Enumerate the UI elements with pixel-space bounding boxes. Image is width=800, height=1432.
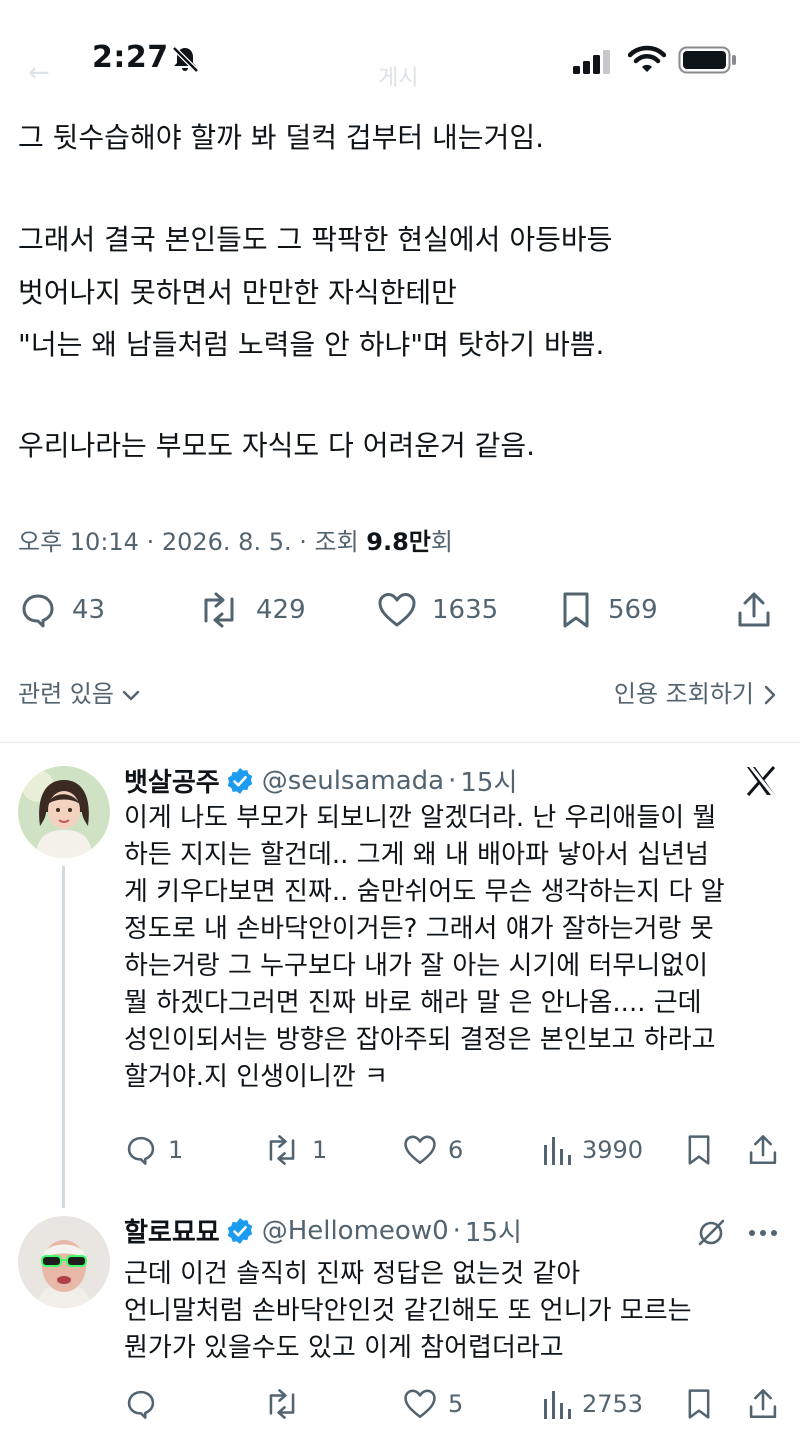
reply-bookmark-button[interactable] — [684, 1130, 714, 1170]
related-dropdown[interactable]: 관련 있음 — [18, 674, 140, 709]
like-count: 1635 — [432, 595, 499, 625]
reply-text-line: 언니말처럼 손바닥안인것 같긴해도 또 언니가 모르는 — [124, 1296, 692, 1326]
verified-badge-icon — [226, 767, 254, 795]
avatar[interactable] — [18, 1216, 110, 1308]
back-arrow-icon[interactable]: ← — [28, 58, 50, 88]
reply-text-line: 근데 이건 솔직히 진짜 정답은 없는것 같아 — [124, 1259, 581, 1289]
reply-count: 43 — [72, 595, 106, 625]
chevron-down-icon — [122, 688, 140, 702]
reply-time: 15시 — [460, 768, 518, 798]
like-count: 6 — [448, 1136, 464, 1164]
status-time: 2:27 — [92, 40, 169, 75]
retweet-icon — [262, 1133, 302, 1167]
views-count: 3990 — [582, 1136, 644, 1164]
bookmark-icon — [684, 1387, 714, 1421]
tweet-meta: 오후 10:14 · 2026. 8. 5. · 조회 9.8만회 — [18, 522, 453, 557]
views-chart-icon — [542, 1387, 572, 1421]
share-icon — [746, 1387, 780, 1421]
retweet-icon — [196, 590, 242, 630]
thread-line — [62, 866, 65, 1208]
reply-icon — [124, 1133, 158, 1167]
reply-text-line: 정도로 내 손바닥안이거든? 그래서 얘가 잘하는거랑 못 — [124, 914, 714, 944]
tweet-text-line: 벗어나지 못하면서 만만한 자식한테만 — [18, 276, 457, 309]
reply-icon — [124, 1387, 158, 1421]
reply-text-line: 게 키우다보면 진짜.. 숨만쉬어도 무슨 생각하는지 다 알 — [124, 877, 725, 907]
view-suffix: 회 — [430, 528, 453, 556]
view-quotes-link[interactable]: 인용 조회하기 — [614, 674, 776, 709]
share-icon — [734, 590, 774, 630]
verified-badge-icon — [226, 1217, 254, 1245]
reply-time: 15시 — [464, 1218, 522, 1248]
retweet-count: 429 — [256, 595, 306, 625]
reply-views-button[interactable]: 2753 — [542, 1384, 643, 1424]
tweet-timestamp: 오후 10:14 · 2026. 8. 5. · 조회 — [18, 528, 367, 556]
retweet-button[interactable]: 429 — [196, 588, 306, 632]
reply-text-line: 이게 나도 부모가 되보니깐 알겠더라. 난 우리애들이 뭘 — [124, 803, 717, 833]
handle[interactable]: @seulsamada — [262, 766, 444, 796]
display-name[interactable]: 할로묘묘 — [124, 1212, 220, 1249]
reply-views-button[interactable]: 3990 — [542, 1130, 643, 1170]
view-count[interactable]: 9.8만 — [366, 528, 431, 556]
reply-count: 1 — [168, 1136, 184, 1164]
heart-icon — [376, 590, 418, 630]
bookmark-icon — [684, 1133, 714, 1167]
tweet-text-line: 우리나라는 부모도 자식도 다 어려운거 같음. — [18, 429, 536, 462]
retweet-count: 1 — [312, 1136, 328, 1164]
reply-retweet-button[interactable]: 1 — [262, 1130, 327, 1170]
views-count: 2753 — [582, 1390, 644, 1418]
reply-text-line: 성인이되서는 방향은 잡아주되 결정은 본인보고 하라고 — [124, 1025, 716, 1055]
bell-muted-icon — [170, 44, 200, 74]
like-count: 5 — [448, 1390, 464, 1418]
reply-text-line: 뭘 하겠다그러면 진짜 바로 해라 말 은 안나옴.... 근데 — [124, 988, 702, 1018]
avatar[interactable] — [18, 766, 110, 858]
bookmark-button[interactable]: 569 — [558, 588, 658, 632]
x-logo-icon — [744, 764, 778, 798]
reply-header: 뱃살공주 @seulsamada · 15시 — [124, 762, 517, 799]
wifi-icon — [628, 44, 666, 74]
bookmark-count: 569 — [608, 595, 658, 625]
reply-text-line: 하는거랑 그 누구보다 내가 잘 아는 시기에 터무니없이 — [124, 951, 709, 981]
retweet-icon — [262, 1387, 302, 1421]
handle[interactable]: @Hellomeow0 — [262, 1216, 449, 1246]
like-button[interactable]: 1635 — [376, 588, 498, 632]
reply-retweet-button[interactable] — [262, 1384, 312, 1424]
dot-separator: · — [452, 1215, 461, 1246]
tweet-text-line: 그래서 결국 본인들도 그 팍팍한 현실에서 아등바등 — [18, 223, 613, 256]
tweet-text-line: "너는 왜 남들처럼 노력을 안 하냐"며 탓하기 바쁨. — [18, 328, 605, 361]
reply-like-button[interactable]: 6 — [402, 1130, 463, 1170]
reply-text-line: 할거야.지 인생이니깐 ㅋ — [124, 1062, 388, 1092]
views-chart-icon — [542, 1133, 572, 1167]
reply-icon — [18, 590, 58, 630]
display-name[interactable]: 뱃살공주 — [124, 762, 220, 799]
grok-icon[interactable] — [696, 1218, 726, 1248]
battery-icon — [678, 46, 738, 74]
share-icon — [746, 1133, 780, 1167]
page-title: 게시 — [378, 66, 419, 91]
reply-header: 할로묘묘 @Hellomeow0 · 15시 — [124, 1212, 522, 1249]
reply-share-button[interactable] — [746, 1384, 780, 1424]
reply-like-button[interactable]: 5 — [402, 1384, 463, 1424]
bookmark-icon — [558, 590, 594, 630]
share-button[interactable] — [734, 588, 774, 632]
cellular-signal-icon — [573, 50, 613, 74]
divider — [0, 742, 800, 743]
reply-bookmark-button[interactable] — [684, 1384, 714, 1424]
dot-separator: · — [448, 765, 457, 796]
heart-icon — [402, 1387, 438, 1421]
reply-reply-button[interactable] — [124, 1384, 168, 1424]
related-label: 관련 있음 — [18, 680, 114, 708]
more-options-icon[interactable] — [748, 1228, 778, 1238]
heart-icon — [402, 1133, 438, 1167]
reply-button[interactable]: 43 — [18, 588, 105, 632]
quote-label: 인용 조회하기 — [613, 680, 754, 708]
tweet-text-line: 그 뒷수습해야 할까 봐 덜컥 겁부터 내는거임. — [18, 121, 544, 154]
reply-text-line: 하든 지지는 할건데.. 그게 왜 내 배아파 낳아서 십년넘 — [124, 840, 709, 870]
chevron-right-icon — [764, 685, 776, 705]
reply-reply-button[interactable]: 1 — [124, 1130, 183, 1170]
reply-share-button[interactable] — [746, 1130, 780, 1170]
reply-text-line: 뭔가가 있을수도 있고 이게 참어렵더라고 — [124, 1333, 564, 1363]
